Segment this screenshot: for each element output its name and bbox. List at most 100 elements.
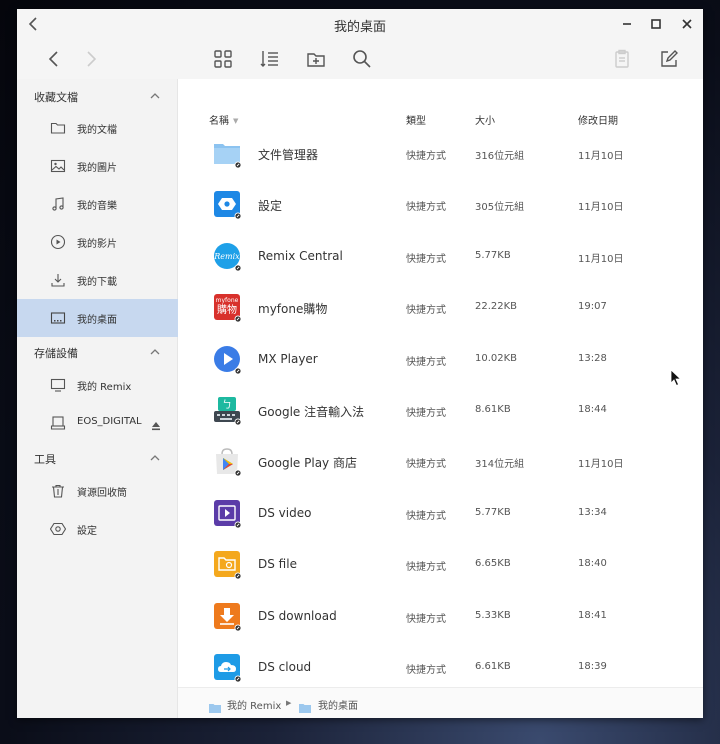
ds-video-icon — [212, 498, 242, 529]
drive-icon — [50, 415, 66, 431]
ds-download-icon — [212, 601, 242, 632]
file-type: 快捷方式 — [406, 562, 446, 573]
file-row[interactable]: 設定 快捷方式 305位元組 11月10日 — [178, 179, 703, 231]
maximize-button[interactable] — [647, 15, 665, 33]
video-icon — [50, 234, 66, 250]
sidebar-section-storage[interactable]: 存儲設備 — [17, 337, 178, 365]
image-icon — [50, 158, 66, 174]
file-size: 10.02KB — [475, 353, 518, 364]
file-name: MX Player — [258, 352, 318, 366]
file-row[interactable]: DS file 快捷方式 6.65KB 18:40 — [178, 539, 703, 591]
sidebar-item-my-remix[interactable]: 我的 Remix — [17, 366, 178, 404]
sidebar-item-eos-digital[interactable]: EOS_DIGITAL — [17, 404, 178, 442]
trash-icon — [50, 483, 66, 499]
sidebar-item-label: EOS_DIGITAL — [77, 416, 142, 427]
sidebar-item-settings[interactable]: 設定 — [17, 510, 178, 548]
column-label: 名稱 — [209, 116, 229, 127]
file-row[interactable]: myfone 購物 myfone購物 快捷方式 22.22KB 19:07 — [178, 282, 703, 334]
file-row[interactable]: DS video 快捷方式 5.77KB 13:34 — [178, 488, 703, 540]
file-name: DS cloud — [258, 660, 312, 674]
file-size: 316位元組 — [475, 151, 525, 162]
file-name: Google 注音輸入法 — [258, 405, 365, 419]
sidebar-item-label: 資源回收筒 — [77, 488, 127, 499]
file-row[interactable]: 文件管理器 快捷方式 316位元組 11月10日 — [178, 128, 703, 180]
section-label: 收藏文檔 — [34, 91, 78, 104]
minimize-button[interactable] — [618, 15, 636, 33]
sidebar-item-label: 我的圖片 — [77, 163, 117, 174]
file-type: 快捷方式 — [406, 511, 446, 522]
file-size: 22.22KB — [475, 301, 518, 312]
eject-icon[interactable] — [150, 417, 162, 431]
google-zhuyin-icon: ㄅ — [212, 395, 242, 426]
chevron-up-icon[interactable] — [148, 344, 162, 358]
breadcrumb-item-my-remix[interactable]: 我的 Remix — [227, 697, 281, 712]
toolbar — [17, 39, 703, 79]
file-row[interactable]: ㄅ Google 注音輸入法 快捷方式 8.61KB 18:44 — [178, 385, 703, 437]
file-row[interactable]: Google Play 商店 快捷方式 314位元組 11月10日 — [178, 436, 703, 488]
settings-app-icon — [212, 189, 242, 220]
window-title: 我的桌面 — [333, 20, 386, 35]
sidebar-item-label: 我的下載 — [77, 277, 117, 288]
sort-button[interactable] — [259, 48, 281, 70]
folder-icon — [299, 698, 311, 713]
file-date: 19:07 — [578, 301, 607, 312]
column-header-type[interactable]: 類型 — [406, 112, 426, 127]
breadcrumb-item-desktop[interactable]: 我的桌面 — [318, 697, 358, 712]
file-date: 13:28 — [578, 353, 607, 364]
file-name: DS file — [258, 557, 297, 571]
file-name: 文件管理器 — [258, 148, 319, 162]
file-type: 快捷方式 — [406, 151, 446, 162]
file-size: 6.65KB — [475, 558, 511, 569]
file-row[interactable]: Remix Remix Central 快捷方式 5.77KB 11月10日 — [178, 231, 703, 283]
new-folder-button[interactable] — [305, 48, 327, 70]
file-row[interactable]: MX Player 快捷方式 10.02KB 13:28 — [178, 334, 703, 386]
file-type: 快捷方式 — [406, 408, 446, 419]
ds-file-icon — [212, 549, 242, 580]
folder-icon — [209, 698, 221, 713]
file-size: 5.33KB — [475, 610, 511, 621]
nav-back-button[interactable] — [43, 48, 65, 70]
sidebar-item-label: 設定 — [77, 526, 97, 537]
monitor-icon — [50, 377, 66, 393]
sidebar-item-downloads[interactable]: 我的下載 — [17, 261, 178, 299]
file-type: 快捷方式 — [406, 459, 446, 470]
sidebar-item-recycle-bin[interactable]: 資源回收筒 — [17, 472, 178, 510]
file-name: myfone購物 — [258, 302, 328, 316]
clipboard-button[interactable] — [611, 48, 633, 70]
section-label: 存儲設備 — [34, 347, 78, 360]
file-date: 13:34 — [578, 507, 607, 518]
file-size: 305位元組 — [475, 202, 525, 213]
chevron-up-icon[interactable] — [148, 450, 162, 464]
sidebar-item-documents[interactable]: 我的文檔 — [17, 109, 178, 147]
file-size: 5.77KB — [475, 250, 511, 261]
sidebar-section-favorites[interactable]: 收藏文檔 — [17, 81, 178, 109]
svg-text:myfone: myfone — [216, 297, 239, 304]
mouse-cursor-icon — [670, 369, 682, 387]
close-button[interactable] — [678, 15, 696, 33]
file-row[interactable]: DS download 快捷方式 5.33KB 18:41 — [178, 591, 703, 643]
sidebar-item-videos[interactable]: 我的影片 — [17, 223, 178, 261]
sidebar-item-music[interactable]: 我的音樂 — [17, 185, 178, 223]
column-header-size[interactable]: 大小 — [475, 112, 495, 127]
file-date: 18:41 — [578, 610, 607, 621]
music-icon — [50, 196, 66, 212]
sidebar-item-label: 我的桌面 — [77, 315, 117, 326]
sidebar-item-label: 我的音樂 — [77, 201, 117, 212]
sidebar-item-pictures[interactable]: 我的圖片 — [17, 147, 178, 185]
file-list: 名稱 ▼ 類型 大小 修改日期 文件管理器 快捷方式 316位元組 11月10日 … — [178, 79, 703, 687]
column-header-modified[interactable]: 修改日期 — [578, 112, 618, 127]
search-button[interactable] — [351, 48, 373, 70]
file-type: 快捷方式 — [406, 357, 446, 368]
nav-forward-button[interactable] — [80, 48, 102, 70]
file-type: 快捷方式 — [406, 254, 446, 265]
file-name: DS download — [258, 609, 337, 623]
mx-player-icon — [212, 344, 242, 375]
edit-button[interactable] — [658, 48, 680, 70]
sidebar-section-tools[interactable]: 工具 — [17, 443, 178, 471]
file-type: 快捷方式 — [406, 305, 446, 316]
ds-cloud-icon — [212, 652, 242, 683]
grid-view-button[interactable] — [212, 48, 234, 70]
column-header-name[interactable]: 名稱 ▼ — [209, 112, 238, 127]
sidebar-item-desktop[interactable]: 我的桌面 — [17, 299, 178, 337]
chevron-up-icon[interactable] — [148, 88, 162, 102]
